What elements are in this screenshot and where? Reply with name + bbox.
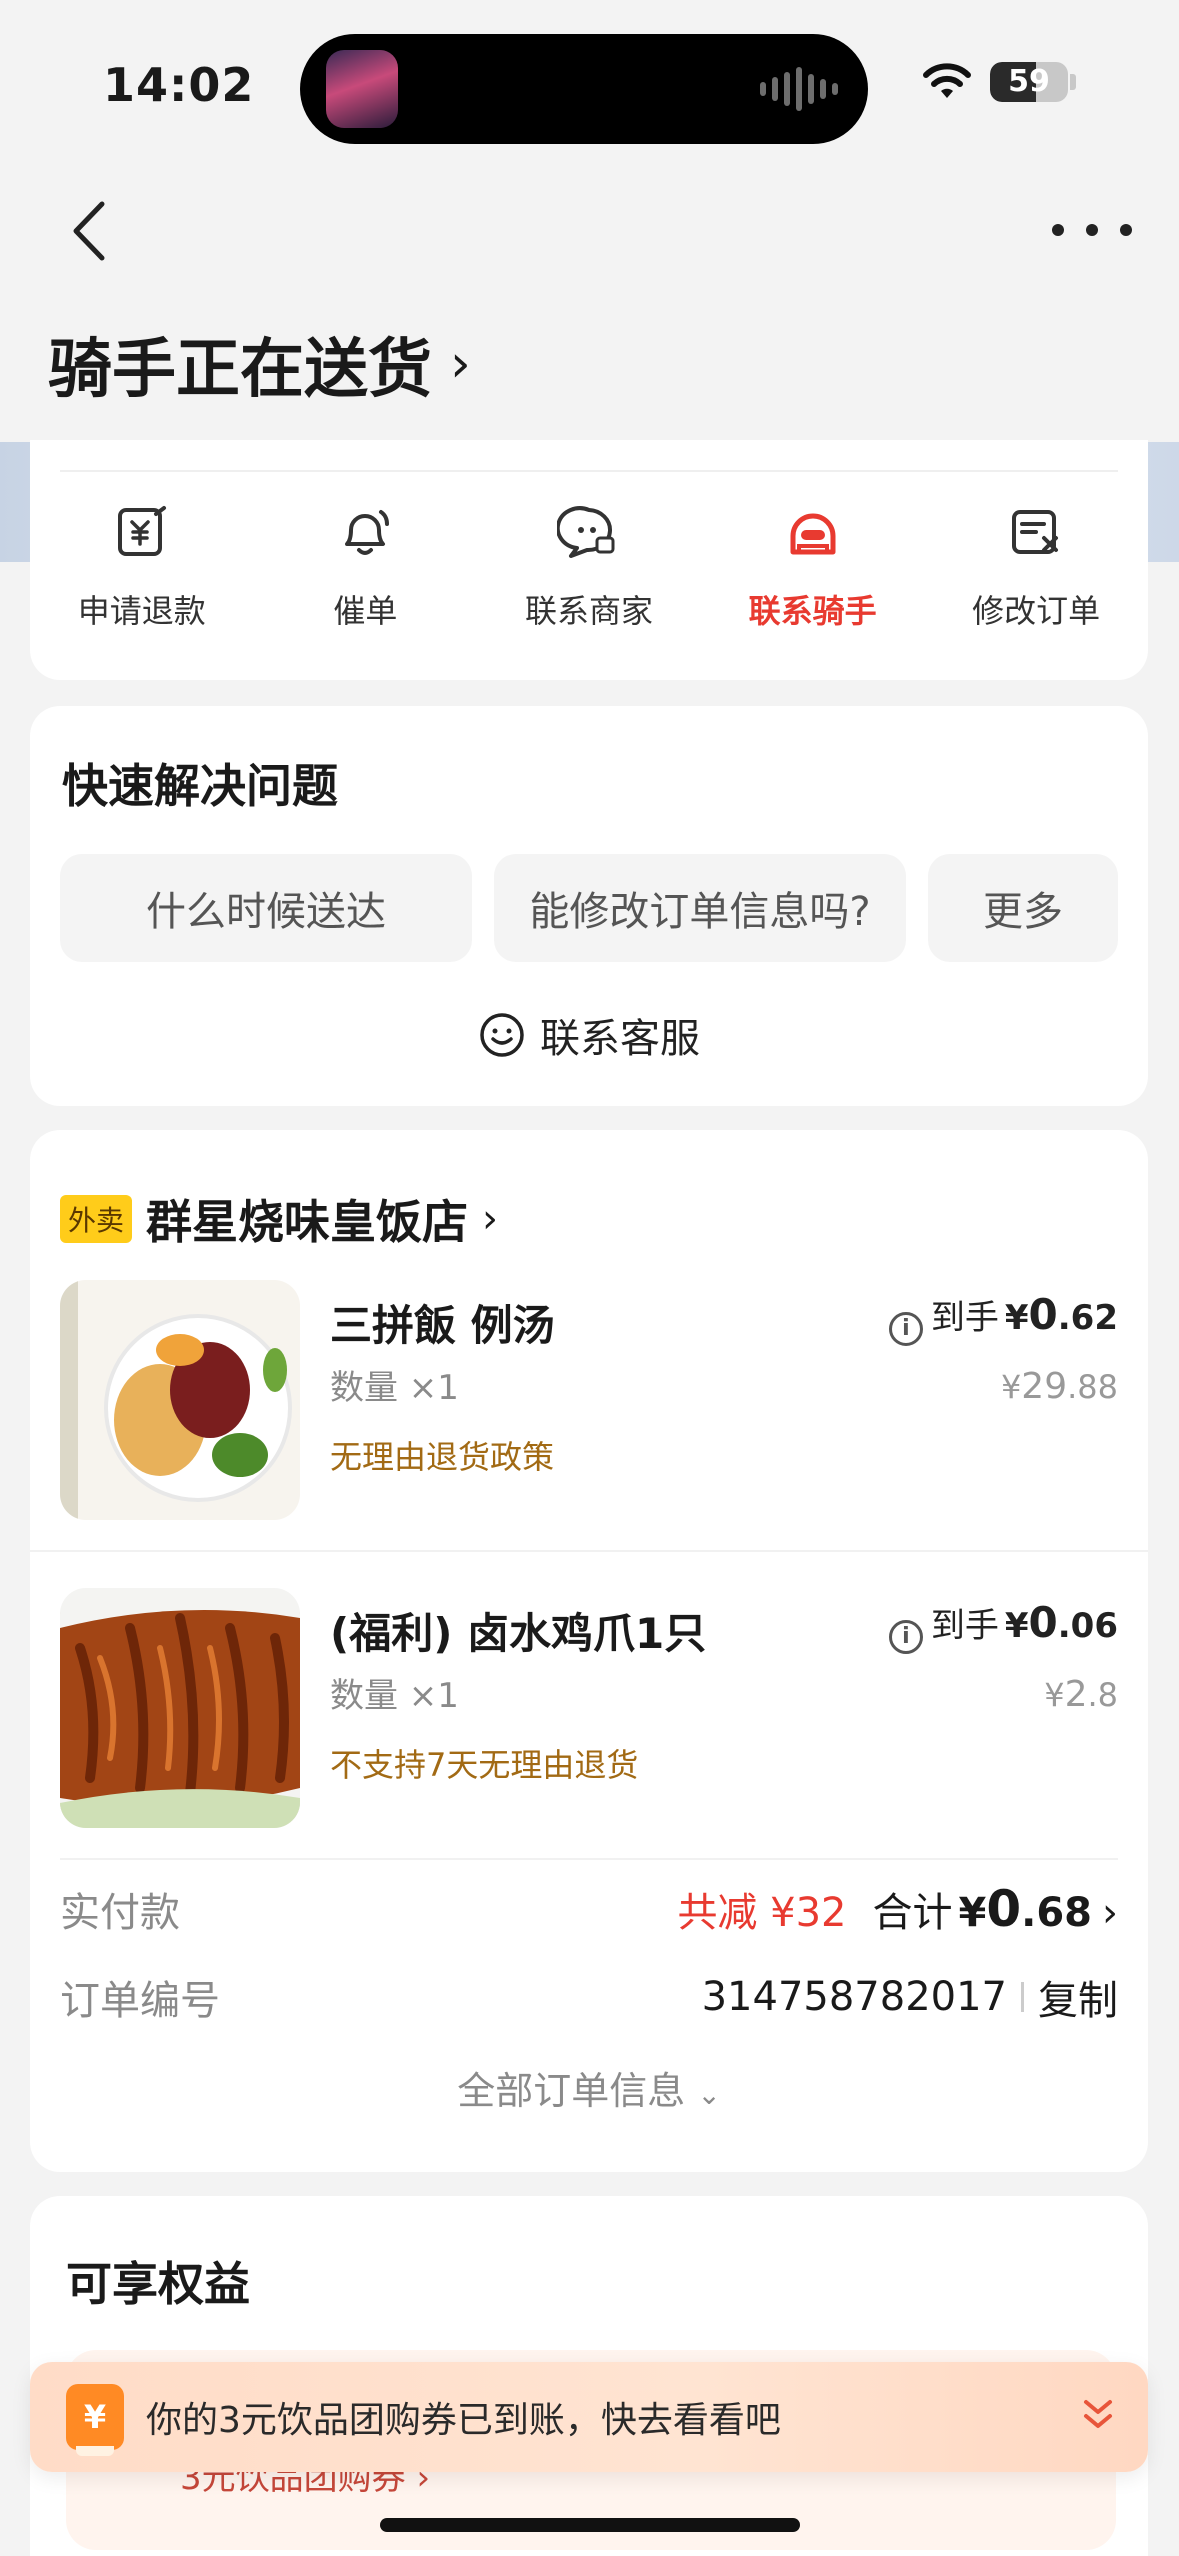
action-contact-rider[interactable]: 联系骑手 [701,490,925,632]
battery-indicator: 59 [990,62,1068,102]
chevron-right-icon: › [482,1196,499,1242]
divider [30,1550,1148,1552]
battery-percent: 59 [1008,64,1050,99]
payment-summary[interactable]: 共减 ¥32 合计 ¥ 0 .68 › [677,1880,1118,1938]
order-number: 314758782017 [701,1974,1007,2020]
double-chevron-down-icon[interactable] [1078,2394,1118,2438]
delivery-tag: 外卖 [60,1195,133,1243]
item-quantity: 数量 ×1 [330,1676,459,1716]
quick-solve-card: 快速解决问题 什么时候送达 能修改订单信息吗? 更多 联系客服 [30,706,1148,1106]
item-quantity: 数量 ×1 [330,1368,459,1408]
order-number-row: 订单编号 314758782017 复制 [60,1968,1118,2026]
coupon-notification-banner[interactable]: ¥ 你的3元饮品团购券已到账，快去看看吧 [30,2362,1148,2472]
price-prefix: 到手 [930,1606,999,1646]
action-contact-merchant[interactable]: 联系商家 [477,490,701,632]
action-label: 修改订单 [972,592,1101,630]
back-chevron-icon[interactable] [62,196,122,266]
store-name: 群星烧味皇饭店 [146,1195,469,1249]
smile-chat-icon [480,1013,524,1057]
item-final-price[interactable]: i 到手 ¥ 0 .06 [888,1598,1118,1654]
price-yen: ¥ [1004,1606,1029,1646]
info-icon[interactable]: i [888,1311,923,1346]
orig-dec: .88 [1067,1368,1118,1406]
quick-pill-more[interactable]: 更多 [928,854,1118,962]
chevron-down-icon: ⌄ [697,2078,721,2111]
action-label: 催单 [333,592,398,630]
price-dec: .62 [1057,1298,1118,1338]
chevron-right-icon: › [1102,1890,1118,1936]
divider [60,470,1118,472]
more-options-icon[interactable] [1052,200,1132,260]
item-name: 三拼飯 例汤 [330,1301,555,1350]
copy-button[interactable]: 复制 [1038,1968,1118,2026]
total-int: 0 [986,1880,1022,1938]
refund-icon [117,506,166,556]
price-yen: ¥ [1004,1298,1029,1338]
contact-service-button[interactable]: 联系客服 [30,1006,1148,1064]
battery-cap [1070,74,1076,90]
item-return-policy: 不支持7天无理由退货 [330,1746,639,1784]
orig-dec: .8 [1087,1676,1118,1714]
orig-int: 2 [1064,1674,1088,1715]
action-label: 联系商家 [524,592,653,630]
quick-pill-delivery-time[interactable]: 什么时候送达 [60,854,472,962]
order-item[interactable]: 三拼飯 例汤 数量 ×1 无理由退货政策 i 到手 ¥ 0 .62 ¥29.88 [60,1280,1118,1520]
price-prefix: 到手 [930,1298,999,1338]
price-int: 0 [1028,1598,1058,1647]
page-title[interactable]: 骑手正在送货 › [48,318,471,410]
album-art-thumbnail [326,50,398,128]
price-int: 0 [1028,1290,1058,1339]
item-return-policy: 无理由退货政策 [330,1438,555,1476]
total-label: 合计 [872,1890,953,1936]
payment-row[interactable]: 实付款 共减 ¥32 合计 ¥ 0 .68 › [60,1880,1118,1938]
rider-icon [790,513,836,555]
info-icon[interactable]: i [888,1619,923,1654]
audio-wave-icon [760,64,838,114]
action-edit-order[interactable]: 修改订单 [924,490,1148,632]
coupon-icon: ¥ [66,2384,124,2456]
dynamic-island[interactable] [300,34,868,144]
action-label: 申请退款 [77,592,206,630]
status-time: 14:02 [103,58,255,112]
discount-amount: 共减 ¥32 [677,1890,847,1936]
food-thumbnail [60,1588,300,1828]
divider [60,1858,1118,1860]
wifi-icon [923,63,971,98]
order-actions-card: 申请退款 催单 联系商家 联系骑手 修改订单 [30,440,1148,680]
total-dec: .68 [1021,1890,1092,1936]
order-item[interactable]: (福利) 卤水鸡爪1只 数量 ×1 不支持7天无理由退货 i 到手 ¥ 0 .0… [60,1588,1118,1828]
order-number-label: 订单编号 [60,1978,220,2024]
order-detail-card: 外卖 群星烧味皇饭店 › 三拼飯 例汤 数量 ×1 无理由退货政策 i 到手 ¥… [30,1130,1148,2172]
section-title: 快速解决问题 [62,759,338,813]
orig-int: 29 [1021,1366,1068,1407]
orig-yen: ¥ [1000,1368,1022,1406]
action-refund[interactable]: 申请退款 [30,490,254,632]
action-label: 联系骑手 [748,592,877,630]
action-urge[interactable]: 催单 [254,490,478,632]
orig-yen: ¥ [1044,1676,1065,1714]
store-link[interactable]: 外卖 群星烧味皇饭店 › [60,1186,498,1252]
price-dec: .06 [1057,1606,1118,1646]
title-chevron-icon: › [450,334,471,394]
total-yen: ¥ [958,1890,987,1936]
quick-pill-modify-order[interactable]: 能修改订单信息吗? [494,854,906,962]
item-final-price[interactable]: i 到手 ¥ 0 .62 [888,1290,1118,1346]
section-title: 可享权益 [66,2257,250,2311]
bell-icon [345,510,390,555]
contact-service-label: 联系客服 [540,1016,700,1062]
banner-text: 你的3元饮品团购券已到账，快去看看吧 [146,2400,781,2441]
merchant-chat-icon [556,506,615,558]
paid-label: 实付款 [60,1890,180,1936]
all-order-info-label: 全部订单信息 [457,2069,686,2113]
item-original-price: ¥29.88 [1001,1366,1118,1407]
food-thumbnail [60,1280,300,1520]
page-title-text: 骑手正在送货 [48,333,432,407]
all-order-info-button[interactable]: 全部订单信息 ⌄ [30,2060,1148,2115]
item-original-price: ¥2.8 [1044,1674,1118,1715]
home-indicator[interactable] [380,2518,800,2532]
item-name: (福利) 卤水鸡爪1只 [330,1609,707,1658]
edit-order-icon [1012,510,1059,554]
divider [1021,1982,1024,2012]
